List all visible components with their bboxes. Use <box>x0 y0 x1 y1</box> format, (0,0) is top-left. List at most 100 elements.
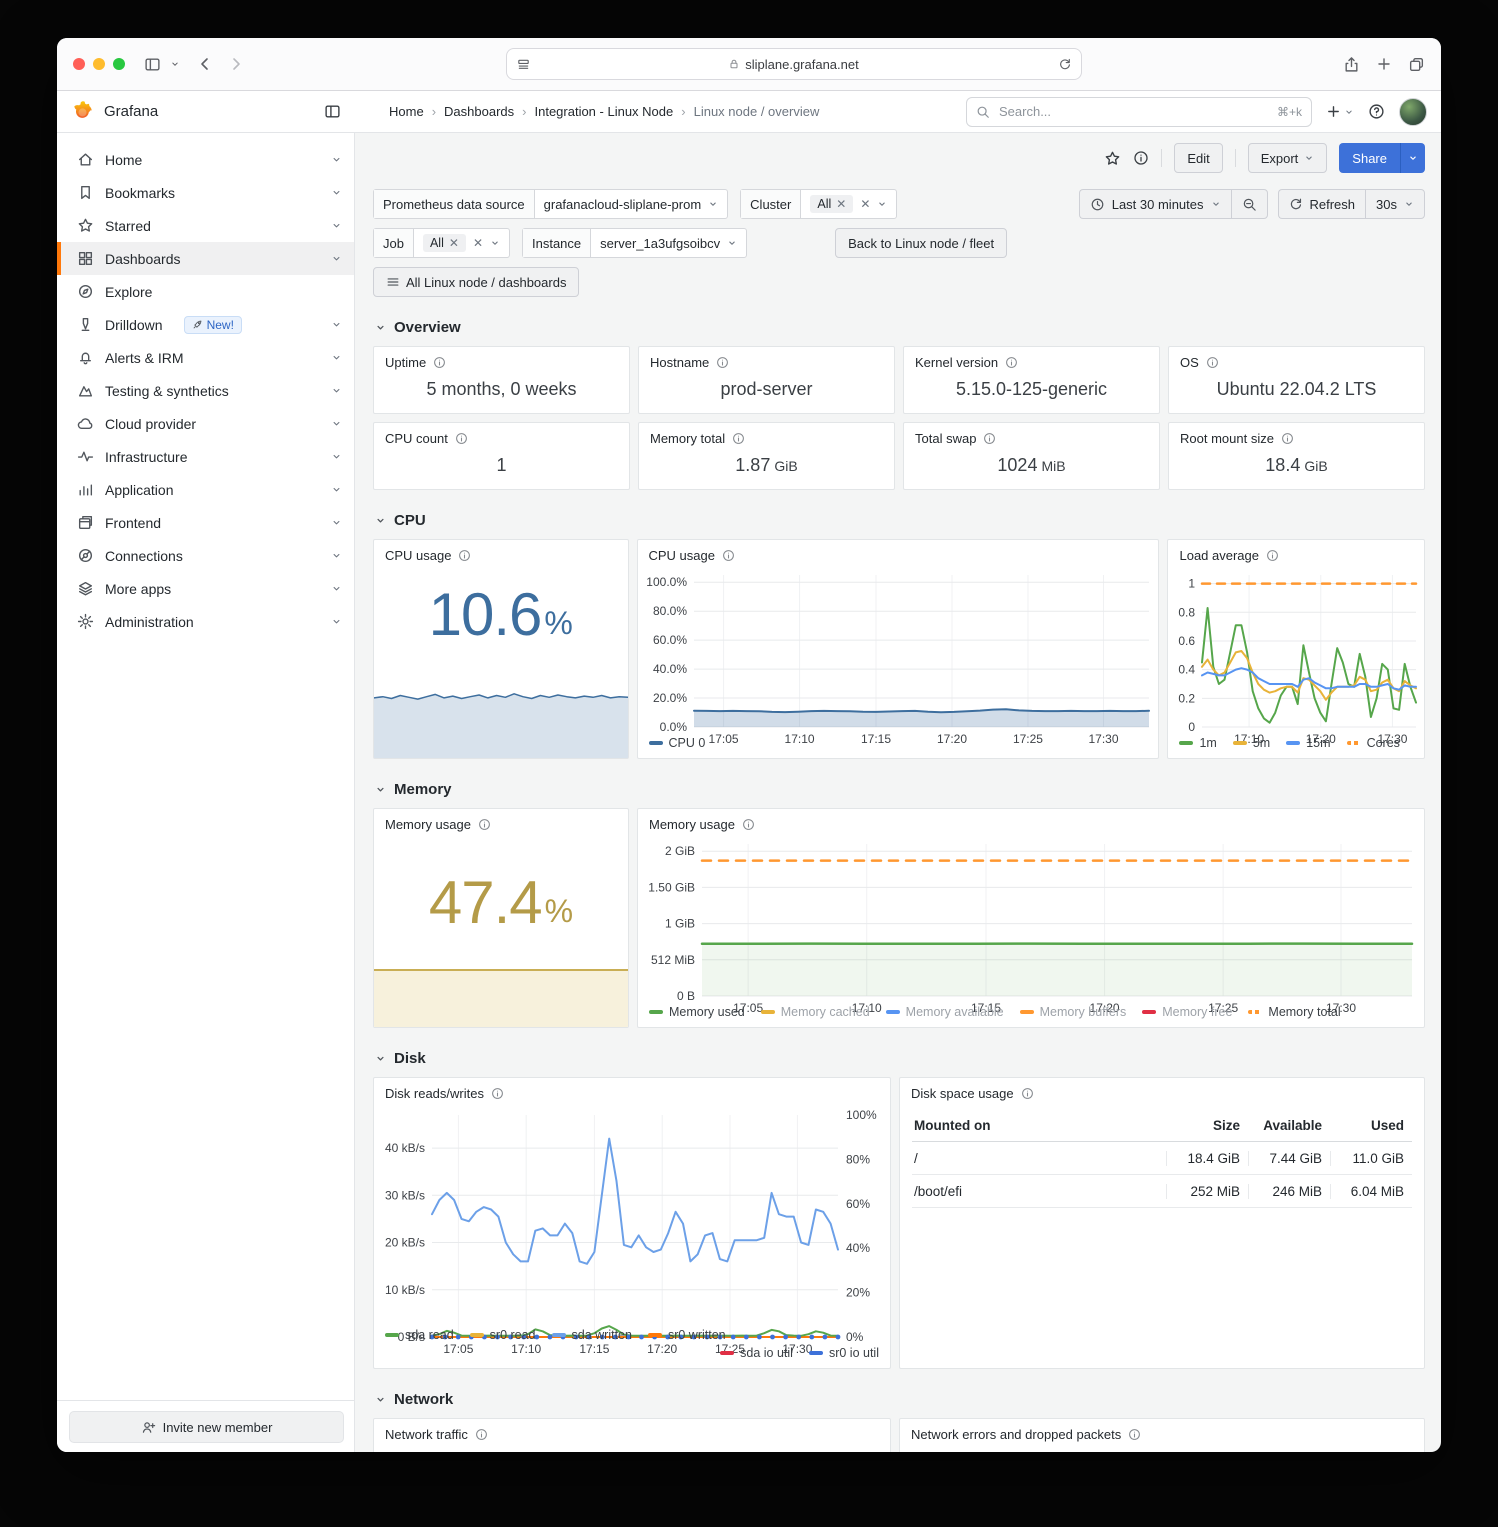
sidebar-item-connections[interactable]: Connections <box>57 539 354 572</box>
sidebar-item-cloud-provider[interactable]: Cloud provider <box>57 407 354 440</box>
user-avatar[interactable] <box>1399 98 1427 126</box>
legend-item[interactable]: Memory used <box>649 1005 745 1019</box>
help-icon[interactable] <box>1368 103 1385 120</box>
info-icon[interactable] <box>478 818 491 831</box>
remove-value-icon[interactable]: ✕ <box>836 197 846 211</box>
info-icon[interactable] <box>1206 356 1219 369</box>
sidebar-item-drilldown[interactable]: DrilldownNew! <box>57 308 354 341</box>
legend-item[interactable]: sr0 written <box>648 1328 726 1342</box>
search-box[interactable]: ⌘+k <box>966 97 1312 127</box>
favorite-star-icon[interactable] <box>1104 150 1121 167</box>
legend-item[interactable]: Memory buffers <box>1020 1005 1127 1019</box>
breadcrumb-integration[interactable]: Integration - Linux Node <box>534 104 673 119</box>
datasource-picker[interactable]: Prometheus data source grafanacloud-slip… <box>373 189 728 219</box>
time-range-picker[interactable]: Last 30 minutes <box>1079 189 1231 219</box>
job-filter[interactable]: Job All✕ ✕ <box>373 228 510 258</box>
info-icon[interactable] <box>455 432 468 445</box>
refresh-button[interactable]: Refresh <box>1278 189 1366 219</box>
legend-item[interactable]: 1m <box>1179 736 1216 750</box>
job-value-pill[interactable]: All✕ <box>423 234 466 252</box>
edit-button[interactable]: Edit <box>1174 143 1222 173</box>
invite-new-member-button[interactable]: Invite new member <box>69 1411 344 1443</box>
section-cpu[interactable]: CPU <box>375 512 1425 529</box>
info-icon[interactable] <box>458 549 471 562</box>
info-icon[interactable] <box>1266 549 1279 562</box>
all-dashboards-button[interactable]: All Linux node / dashboards <box>373 267 579 297</box>
legend-item[interactable]: CPU 0 <box>649 736 706 750</box>
close-window-button[interactable] <box>73 58 85 70</box>
clear-filter-icon[interactable]: ✕ <box>860 197 870 211</box>
table-header[interactable]: Available <box>1248 1118 1330 1133</box>
back-to-fleet-button[interactable]: Back to Linux node / fleet <box>835 228 1007 258</box>
info-icon[interactable] <box>491 1087 504 1100</box>
grafana-logo[interactable] <box>71 100 94 123</box>
sidebar-item-more-apps[interactable]: More apps <box>57 572 354 605</box>
zoom-out-time-button[interactable] <box>1231 189 1268 219</box>
breadcrumb-home[interactable]: Home <box>389 104 424 119</box>
back-icon[interactable] <box>197 56 213 72</box>
minimize-window-button[interactable] <box>93 58 105 70</box>
sidebar-item-bookmarks[interactable]: Bookmarks <box>57 176 354 209</box>
address-bar[interactable]: sliplane.grafana.net <box>506 48 1082 80</box>
cluster-value-pill[interactable]: All✕ <box>810 195 853 213</box>
cpu-usage-chart[interactable]: 17:0517:1017:1517:2017:2517:300.0%20.0%4… <box>638 567 1159 734</box>
sidebar-item-infrastructure[interactable]: Infrastructure <box>57 440 354 473</box>
memory-usage-chart[interactable]: 17:0517:1017:1517:2017:2517:300 B512 MiB… <box>638 836 1424 1003</box>
chevron-down-icon[interactable] <box>170 59 180 69</box>
legend-item[interactable]: Cores <box>1347 736 1400 750</box>
info-icon[interactable] <box>1128 1428 1141 1441</box>
info-icon[interactable] <box>1005 356 1018 369</box>
sidebar-item-application[interactable]: Application <box>57 473 354 506</box>
brand-text[interactable]: Grafana <box>104 103 158 120</box>
new-menu-button[interactable] <box>1326 104 1354 119</box>
share-button[interactable]: Share <box>1339 143 1400 173</box>
clear-filter-icon[interactable]: ✕ <box>473 236 483 250</box>
tabs-overview-icon[interactable] <box>1408 56 1425 73</box>
share-menu-button[interactable] <box>1400 143 1425 173</box>
sidebar-item-home[interactable]: Home <box>57 143 354 176</box>
breadcrumb-dashboards[interactable]: Dashboards <box>444 104 514 119</box>
info-icon[interactable] <box>1281 432 1294 445</box>
share-macos-icon[interactable] <box>1343 56 1360 73</box>
sidebar-item-frontend[interactable]: Frontend <box>57 506 354 539</box>
load-average-chart[interactable]: 17:1017:2017:3000.20.40.60.81 <box>1168 567 1424 734</box>
cluster-filter[interactable]: Cluster All✕ ✕ <box>740 189 897 219</box>
info-icon[interactable] <box>475 1428 488 1441</box>
dashboard-info-icon[interactable] <box>1133 150 1149 166</box>
legend-item[interactable]: Memory cached <box>761 1005 870 1019</box>
table-header[interactable]: Mounted on <box>912 1118 1166 1133</box>
section-memory[interactable]: Memory <box>375 781 1425 798</box>
info-icon[interactable] <box>1021 1087 1034 1100</box>
info-icon[interactable] <box>722 549 735 562</box>
section-overview[interactable]: Overview <box>375 319 1425 336</box>
disk-reads-writes-chart[interactable]: 17:0517:1017:1517:2017:2517:300 B/s10 kB… <box>374 1105 890 1326</box>
legend-item[interactable]: sda io util <box>720 1346 793 1360</box>
new-tab-icon[interactable] <box>1376 56 1392 72</box>
remove-value-icon[interactable]: ✕ <box>449 236 459 250</box>
sidebar-item-alerts-irm[interactable]: Alerts & IRM <box>57 341 354 374</box>
info-icon[interactable] <box>742 818 755 831</box>
instance-filter[interactable]: Instance server_1a3ufgsoibcv <box>522 228 747 258</box>
zoom-window-button[interactable] <box>113 58 125 70</box>
sidebar-item-dashboards[interactable]: Dashboards <box>57 242 354 275</box>
legend-item[interactable]: 5m <box>1233 736 1270 750</box>
table-header[interactable]: Size <box>1166 1118 1248 1133</box>
legend-item[interactable]: 15m <box>1286 736 1330 750</box>
sidebar-item-explore[interactable]: Explore <box>57 275 354 308</box>
sidebar-item-starred[interactable]: Starred <box>57 209 354 242</box>
legend-item[interactable]: Memory total <box>1248 1005 1340 1019</box>
section-network[interactable]: Network <box>375 1391 1425 1408</box>
info-icon[interactable] <box>983 432 996 445</box>
forward-icon[interactable] <box>228 56 244 72</box>
search-input[interactable] <box>997 103 1270 120</box>
legend-item[interactable]: sda written <box>552 1328 632 1342</box>
legend-item[interactable]: sr0 read <box>470 1328 536 1342</box>
mega-menu-toggle-icon[interactable] <box>324 103 341 120</box>
info-icon[interactable] <box>732 432 745 445</box>
section-disk[interactable]: Disk <box>375 1050 1425 1067</box>
table-header[interactable]: Used <box>1330 1118 1412 1133</box>
sidebar-item-testing-synthetics[interactable]: Testing & synthetics <box>57 374 354 407</box>
browser-sidebar-toggle-icon[interactable] <box>144 56 161 73</box>
legend-item[interactable]: Memory free <box>1142 1005 1232 1019</box>
export-button[interactable]: Export <box>1248 143 1328 173</box>
